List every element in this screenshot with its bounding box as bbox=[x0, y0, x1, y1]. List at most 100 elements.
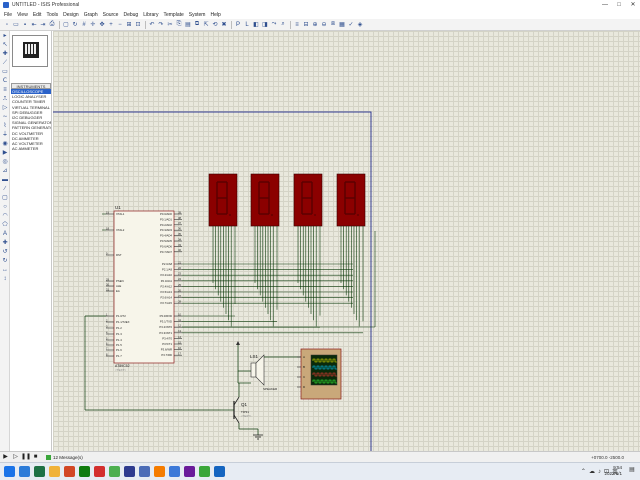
zoom-in-icon[interactable]: + bbox=[107, 21, 115, 29]
zoom-all-icon[interactable]: ⊞ bbox=[125, 21, 133, 29]
decompose-icon[interactable]: ◨ bbox=[261, 21, 269, 29]
erc-icon[interactable]: ✓ bbox=[347, 21, 355, 29]
mode-tool-icon[interactable]: ✚ bbox=[1, 50, 9, 58]
menu-design[interactable]: Design bbox=[63, 12, 79, 18]
block-copy-icon[interactable]: ⧉ bbox=[193, 21, 201, 29]
instrument-item[interactable]: VIRTUAL TERMINAL bbox=[11, 105, 51, 110]
open-icon[interactable]: ▭ bbox=[12, 21, 20, 29]
mode-tool-icon[interactable]: ▶ bbox=[1, 149, 9, 157]
instrument-item[interactable]: AC AMMETER bbox=[11, 146, 51, 151]
taskbar-app-icon[interactable] bbox=[19, 466, 30, 477]
notification-icon[interactable]: ▤ bbox=[627, 466, 637, 477]
make-device-icon[interactable]: L bbox=[243, 21, 251, 29]
search-icon[interactable]: ⌕ bbox=[279, 21, 287, 29]
mode-tool-icon[interactable]: ⊿ bbox=[1, 167, 9, 175]
mode-tool-icon[interactable]: ▬ bbox=[1, 176, 9, 184]
menu-debug[interactable]: Debug bbox=[123, 12, 138, 18]
menu-graph[interactable]: Graph bbox=[84, 12, 98, 18]
mode-tool-icon[interactable]: ↺ bbox=[1, 248, 9, 256]
design-explorer-icon[interactable]: ⊟ bbox=[302, 21, 310, 29]
copy-icon[interactable]: ⎘ bbox=[175, 21, 183, 29]
mode-tool-icon[interactable]: ↻ bbox=[1, 257, 9, 265]
taskbar-app-icon[interactable] bbox=[34, 466, 45, 477]
mode-tool-icon[interactable]: ⬠ bbox=[1, 221, 9, 229]
taskbar-app-icon[interactable] bbox=[64, 466, 75, 477]
mode-tool-icon[interactable]: ◠ bbox=[1, 212, 9, 220]
step-button[interactable]: ▷ bbox=[11, 453, 20, 461]
tray-icon[interactable]: ⌃ bbox=[581, 468, 586, 475]
mode-tool-icon[interactable]: ∼ bbox=[1, 113, 9, 121]
cut-icon[interactable]: ✂ bbox=[166, 21, 174, 29]
mode-tool-icon[interactable]: ◉ bbox=[1, 140, 9, 148]
taskbar-app-icon[interactable] bbox=[139, 466, 150, 477]
block-rotate-icon[interactable]: ⟲ bbox=[211, 21, 219, 29]
menu-edit[interactable]: Edit bbox=[33, 12, 42, 18]
message-area[interactable]: 12 Message(s) bbox=[46, 454, 83, 460]
new-icon[interactable]: ▫ bbox=[3, 21, 11, 29]
instrument-item[interactable]: COUNTER TIMER bbox=[11, 99, 51, 104]
maximize-button[interactable]: □ bbox=[612, 0, 626, 10]
mode-tool-icon[interactable]: ⏚ bbox=[1, 131, 9, 139]
taskbar-app-icon[interactable] bbox=[154, 466, 165, 477]
instrument-item[interactable]: PATTERN GENERATOR bbox=[11, 125, 51, 130]
remove-sheet-icon[interactable]: ⊖ bbox=[320, 21, 328, 29]
play-button[interactable]: ▶ bbox=[1, 453, 10, 461]
wire-autoroute-icon[interactable]: ⤳ bbox=[270, 21, 278, 29]
mode-tool-icon[interactable]: ⎍ bbox=[1, 95, 9, 103]
mode-tool-icon[interactable]: Ⅽ bbox=[1, 77, 9, 85]
undo-icon[interactable]: ↶ bbox=[148, 21, 156, 29]
mode-tool-icon[interactable]: ◎ bbox=[1, 158, 9, 166]
mode-tool-icon[interactable]: ↔ bbox=[1, 266, 9, 274]
menu-library[interactable]: Library bbox=[143, 12, 158, 18]
menu-system[interactable]: System bbox=[189, 12, 206, 18]
taskbar-app-icon[interactable] bbox=[214, 466, 225, 477]
minimize-button[interactable]: — bbox=[598, 0, 612, 10]
mode-tool-icon[interactable]: ↕ bbox=[1, 275, 9, 283]
taskbar-app-icon[interactable] bbox=[94, 466, 105, 477]
taskbar-app-icon[interactable] bbox=[184, 466, 195, 477]
grid-icon[interactable]: # bbox=[80, 21, 88, 29]
new-sheet-icon[interactable]: ⊕ bbox=[311, 21, 319, 29]
menu-file[interactable]: File bbox=[4, 12, 12, 18]
mode-tool-icon[interactable]: ⌇ bbox=[1, 122, 9, 130]
mode-tool-icon[interactable]: ⟋ bbox=[1, 59, 9, 67]
stop-button[interactable]: ■ bbox=[31, 453, 40, 461]
refresh-icon[interactable]: ↻ bbox=[71, 21, 79, 29]
menu-view[interactable]: View bbox=[17, 12, 28, 18]
taskbar-app-icon[interactable] bbox=[79, 466, 90, 477]
mode-tool-icon[interactable]: ▷ bbox=[1, 104, 9, 112]
block-delete-icon[interactable]: ✖ bbox=[220, 21, 228, 29]
mode-tool-icon[interactable]: ▭ bbox=[1, 68, 9, 76]
menu-help[interactable]: Help bbox=[210, 12, 220, 18]
origin-icon[interactable]: ✛ bbox=[89, 21, 97, 29]
pan-icon[interactable]: ✥ bbox=[98, 21, 106, 29]
mode-tool-icon[interactable]: ∕ bbox=[1, 185, 9, 193]
area-icon[interactable]: ▢ bbox=[62, 21, 70, 29]
tray-icon[interactable]: ☁ bbox=[589, 468, 595, 475]
clock[interactable]: 9:54 2022/6/1 bbox=[604, 465, 622, 477]
ares-icon[interactable]: ◈ bbox=[356, 21, 364, 29]
taskbar-app-icon[interactable] bbox=[49, 466, 60, 477]
mode-tool-icon[interactable]: ▸ bbox=[1, 32, 9, 40]
mode-tool-icon[interactable]: ≡ bbox=[1, 86, 9, 94]
menu-source[interactable]: Source bbox=[103, 12, 119, 18]
taskbar-app-icon[interactable] bbox=[124, 466, 135, 477]
bom-icon[interactable]: ▦ bbox=[338, 21, 346, 29]
taskbar-app-icon[interactable] bbox=[4, 466, 15, 477]
import-icon[interactable]: ⇤ bbox=[30, 21, 38, 29]
mode-tool-icon[interactable]: ✚ bbox=[1, 239, 9, 247]
print-icon[interactable]: ⎙ bbox=[48, 21, 56, 29]
mode-tool-icon[interactable]: ▢ bbox=[1, 194, 9, 202]
pause-button[interactable]: ❚❚ bbox=[21, 453, 31, 461]
package-icon[interactable]: ◧ bbox=[252, 21, 260, 29]
schematic-drawing[interactable]: U1AT89C52<TEXT>19 XTAL118 XTAL29 RST29 PSEN3… bbox=[53, 31, 640, 451]
mode-tool-icon[interactable]: ↖ bbox=[1, 41, 9, 49]
property-icon[interactable]: ≡ bbox=[293, 21, 301, 29]
taskbar-app-icon[interactable] bbox=[109, 466, 120, 477]
netlist-icon[interactable]: ⧈ bbox=[329, 21, 337, 29]
taskbar-app-icon[interactable] bbox=[169, 466, 180, 477]
zoom-out-icon[interactable]: − bbox=[116, 21, 124, 29]
save-icon[interactable]: ▪ bbox=[21, 21, 29, 29]
taskbar-app-icon[interactable] bbox=[199, 466, 210, 477]
redo-icon[interactable]: ↷ bbox=[157, 21, 165, 29]
